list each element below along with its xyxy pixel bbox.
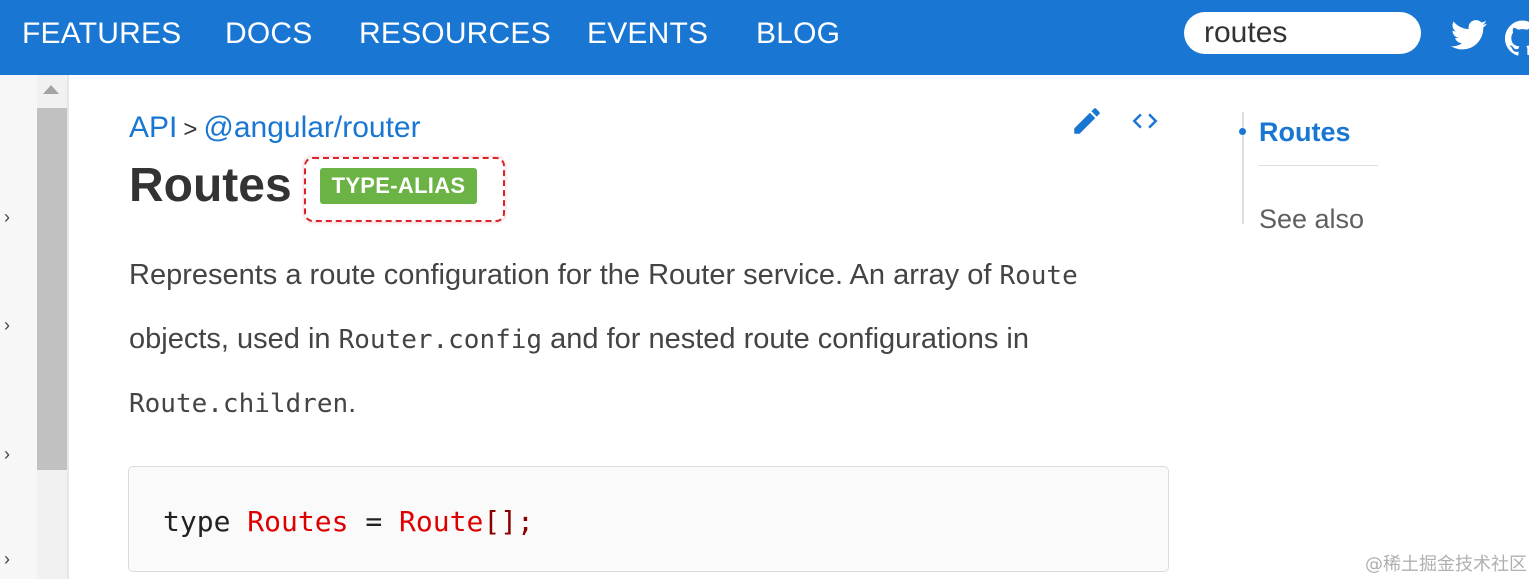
toc-divider: [1259, 165, 1378, 166]
scroll-up-arrow-icon[interactable]: [43, 85, 59, 94]
code-array-suffix: [];: [483, 505, 534, 538]
top-toolbar: FEATURES DOCS RESOURCES EVENTS BLOG: [0, 0, 1529, 75]
description-text: .: [348, 387, 357, 419]
breadcrumb-separator: >: [183, 116, 198, 143]
description-text: and for nested route configurations in: [542, 323, 1029, 355]
page-title: Routes: [129, 159, 292, 212]
code-brackets-icon[interactable]: [1126, 106, 1164, 136]
scrollbar-thumb[interactable]: [37, 108, 67, 470]
side-nav-divider: [67, 75, 69, 579]
code-type-name: Routes: [247, 505, 349, 538]
toc-active-dot-icon: [1239, 128, 1246, 135]
code-route: Route: [999, 261, 1078, 291]
code-line: type Routes = Route[];: [163, 505, 534, 539]
chevron-right-icon[interactable]: ›: [4, 208, 18, 226]
nav-resources[interactable]: RESOURCES: [359, 14, 551, 54]
code-router-config: Router.config: [338, 325, 543, 355]
breadcrumb-api-link[interactable]: API: [129, 111, 177, 144]
watermark: @稀土掘金技术社区: [1365, 554, 1527, 575]
twitter-icon[interactable]: [1451, 20, 1487, 50]
nav-docs[interactable]: DOCS: [225, 14, 312, 54]
pencil-edit-icon[interactable]: [1070, 104, 1104, 138]
code-route-type: Route: [399, 505, 484, 538]
toc-item-routes[interactable]: Routes: [1259, 116, 1351, 148]
api-description: Represents a route configuration for the…: [129, 244, 1169, 436]
breadcrumb-package-link[interactable]: @angular/router: [203, 111, 420, 144]
breadcrumb: API > @angular/router: [129, 110, 421, 148]
nav-events[interactable]: EVENTS: [587, 14, 708, 54]
chevron-right-icon[interactable]: ›: [4, 445, 18, 463]
type-alias-badge: TYPE-ALIAS: [320, 168, 477, 204]
chevron-right-icon[interactable]: ›: [4, 550, 18, 568]
chevron-right-icon[interactable]: ›: [4, 316, 18, 334]
description-text: Represents a route configuration for the…: [129, 259, 1000, 291]
github-icon[interactable]: [1505, 20, 1529, 56]
code-keyword: type: [163, 505, 231, 538]
code-block: type Routes = Route[];: [128, 466, 1169, 572]
description-text: objects, used in: [129, 323, 339, 355]
nav-blog[interactable]: BLOG: [756, 14, 840, 54]
search-input[interactable]: [1184, 12, 1421, 54]
toc-item-see-also[interactable]: See also: [1259, 203, 1364, 235]
code-equals: =: [365, 505, 383, 538]
nav-features[interactable]: FEATURES: [22, 14, 181, 54]
code-route-children: Route.children: [129, 389, 349, 419]
